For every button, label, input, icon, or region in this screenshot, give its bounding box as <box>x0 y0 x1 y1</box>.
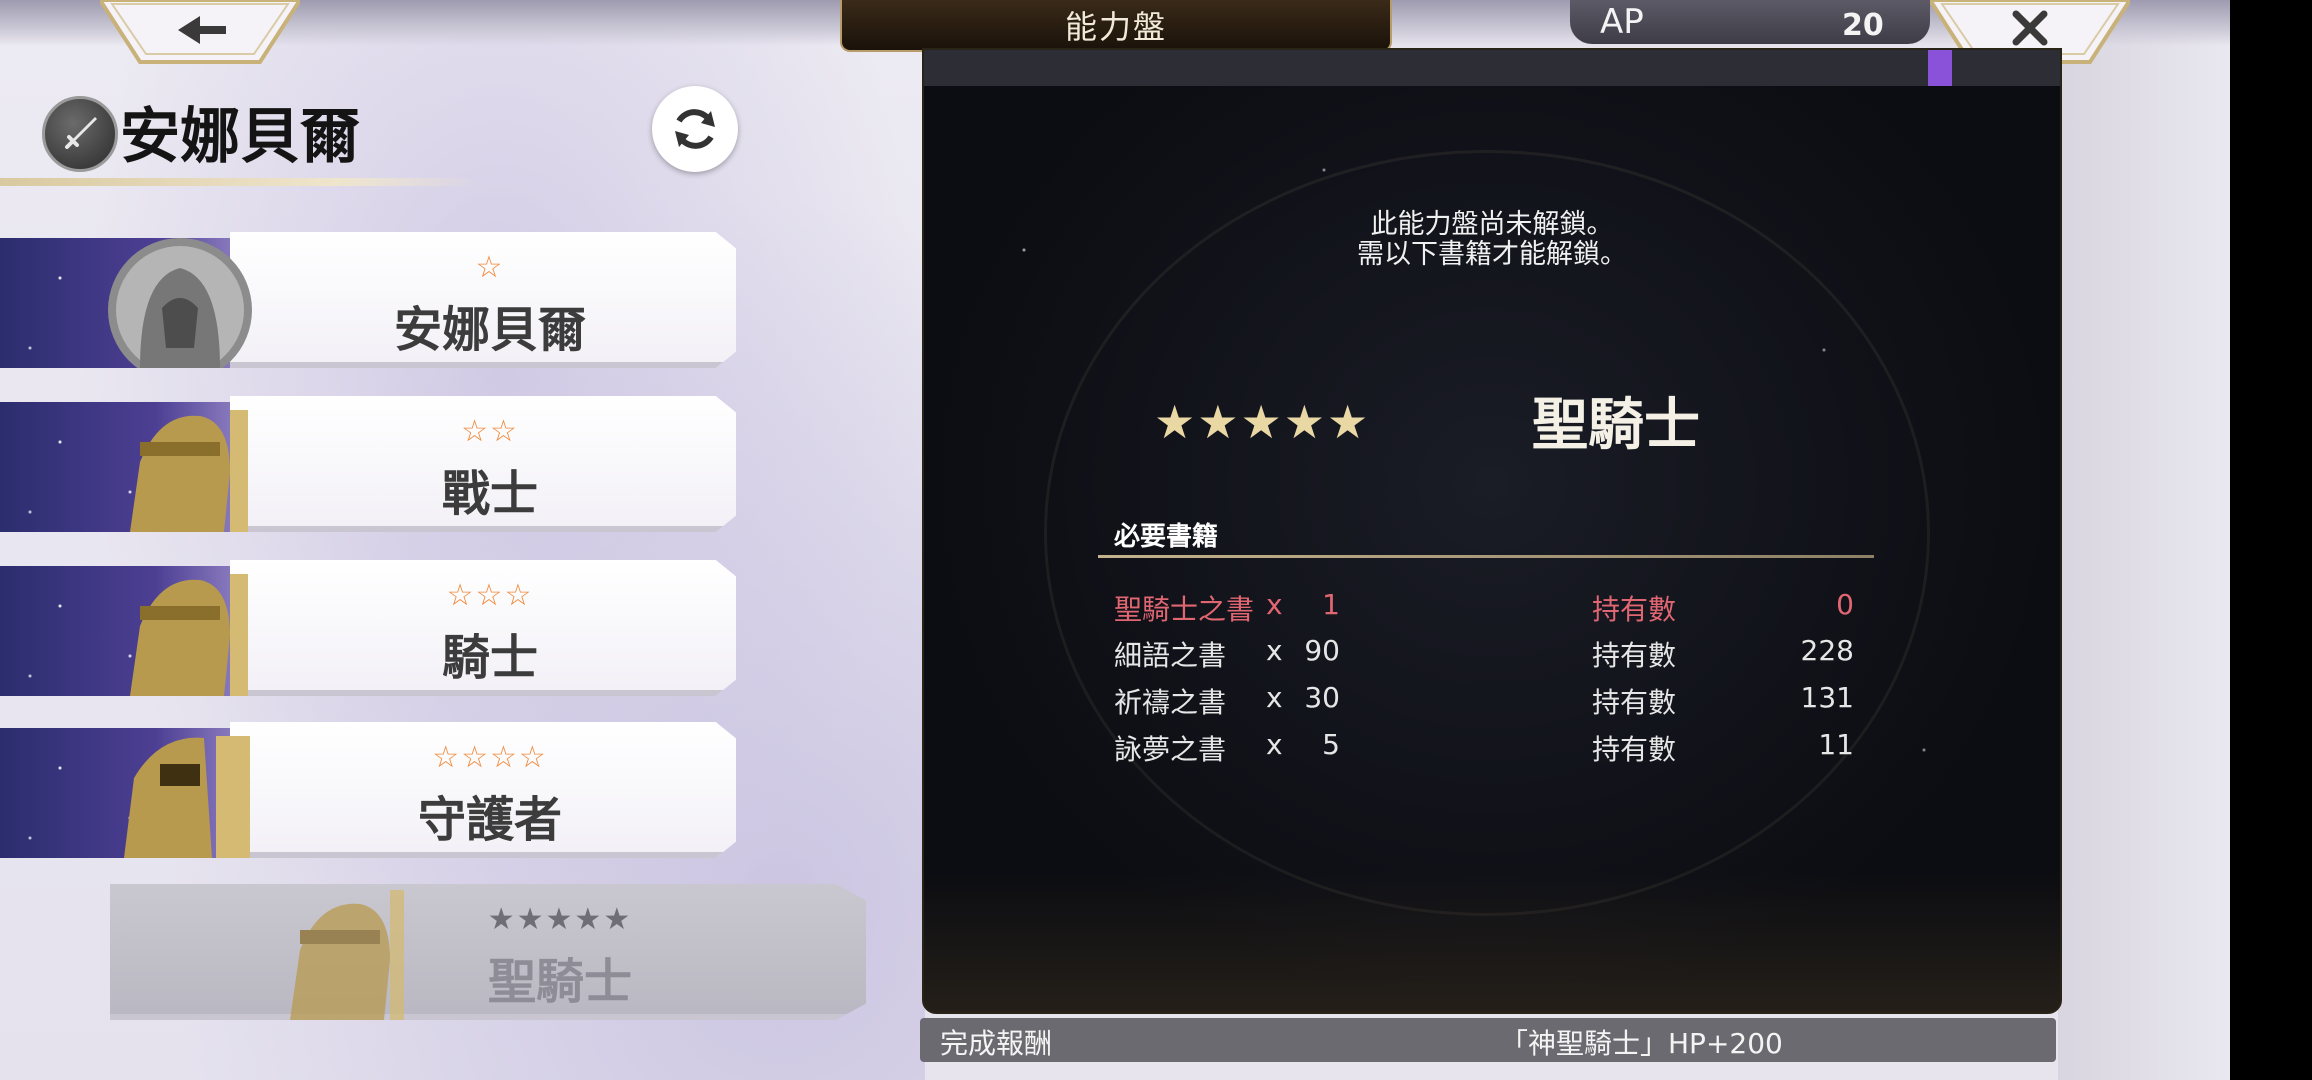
book-row: 細語之書 x 90 持有數 228 <box>1114 634 1894 674</box>
owned-count: 131 <box>1800 681 1854 714</box>
header-underline <box>0 178 480 186</box>
owned-label: 持有數 <box>1592 733 1677 766</box>
reward-label: 完成報酬 <box>940 1027 1053 1060</box>
page-title: 能力盤 <box>840 0 1392 52</box>
job-stars: ☆☆☆ <box>446 578 534 613</box>
right-margin-strip <box>2058 0 2230 1080</box>
ap-value: 20 <box>1842 8 1884 43</box>
job-card-3[interactable]: ☆☆☆ 騎士 <box>0 560 740 700</box>
lock-message: 此能力盤尚未解鎖。 需以下書籍才能解鎖。 <box>924 210 2060 270</box>
reward-value: 「神聖騎士」HP+200 <box>1500 1027 1783 1060</box>
guardian-figure-icon <box>124 736 250 858</box>
job-stars: ☆ <box>475 250 505 285</box>
job-card-4[interactable]: ☆☆☆☆ 守護者 <box>0 722 740 862</box>
panel-tab-marker <box>1928 50 1952 86</box>
book-row: 祈禱之書 x 30 持有數 131 <box>1114 681 1894 721</box>
book-name: 細語之書 <box>1114 639 1227 672</box>
job-stars: ★★★★★ <box>487 902 633 937</box>
job-name: 戰士 <box>441 466 538 522</box>
book-x: x <box>1266 681 1283 714</box>
panel-ornament <box>924 872 2060 1012</box>
knight-figure-icon <box>130 574 248 696</box>
heading-divider <box>1098 555 1874 558</box>
book-required-qty: 90 <box>1304 634 1340 667</box>
owned-label: 持有數 <box>1592 593 1677 626</box>
knight-figure-icon <box>130 410 248 532</box>
refresh-icon <box>675 109 715 149</box>
job-name: 安娜貝爾 <box>393 302 586 358</box>
book-required-qty: 1 <box>1322 588 1340 621</box>
lock-message-line-1: 此能力盤尚未解鎖。 <box>1370 209 1614 240</box>
job-card-2[interactable]: ☆☆ 戰士 <box>0 396 740 536</box>
required-books-heading: 必要書籍 <box>1114 522 1219 552</box>
refresh-button[interactable] <box>652 86 738 172</box>
job-name: 騎士 <box>441 630 538 686</box>
arrow-left-icon <box>100 0 300 64</box>
job-rank-stars: ★★★★★ <box>1154 395 1371 449</box>
back-button[interactable] <box>100 0 300 66</box>
book-required-qty: 30 <box>1304 681 1340 714</box>
book-x: x <box>1266 588 1283 621</box>
panel-top-band <box>924 50 2060 86</box>
book-name: 祈禱之書 <box>1114 686 1227 719</box>
ability-board-detail: 此能力盤尚未解鎖。 需以下書籍才能解鎖。 ★★★★★ 聖騎士 必要書籍 聖騎士之… <box>922 48 2062 1014</box>
job-title: 聖騎士 <box>1532 392 1700 458</box>
owned-count: 0 <box>1836 588 1854 621</box>
owned-label: 持有數 <box>1592 639 1677 672</box>
paladin-figure-icon <box>290 890 404 1020</box>
job-card-1[interactable]: ☆ 安娜貝爾 <box>0 232 740 372</box>
book-x: x <box>1266 634 1283 667</box>
job-name: 守護者 <box>417 792 562 848</box>
ap-label: AP <box>1600 2 1644 42</box>
completion-reward-bar: 完成報酬 「神聖騎士」HP+200 <box>920 1018 2056 1062</box>
sword-icon <box>42 96 118 172</box>
owned-count: 11 <box>1818 728 1854 761</box>
character-name: 安娜貝爾 <box>120 102 360 172</box>
job-name: 聖騎士 <box>487 954 632 1010</box>
screen-edge <box>2230 0 2312 1080</box>
lock-message-line-2: 需以下書籍才能解鎖。 <box>1357 239 1627 270</box>
owned-count: 228 <box>1800 634 1854 667</box>
hooded-figure-icon <box>108 238 252 368</box>
ap-indicator: AP 20 <box>1570 0 1930 44</box>
book-x: x <box>1266 728 1283 761</box>
job-stars: ☆☆☆☆ <box>432 740 548 775</box>
book-row: 詠夢之書 x 5 持有數 11 <box>1114 728 1894 768</box>
book-name: 聖騎士之書 <box>1114 593 1255 626</box>
book-row: 聖騎士之書 x 1 持有數 0 <box>1114 588 1894 628</box>
owned-label: 持有數 <box>1592 686 1677 719</box>
job-stars: ☆☆ <box>461 414 519 449</box>
job-card-5-selected[interactable]: ★★★★★ 聖騎士 <box>110 884 870 1024</box>
book-required-qty: 5 <box>1322 728 1340 761</box>
book-name: 詠夢之書 <box>1114 733 1227 766</box>
